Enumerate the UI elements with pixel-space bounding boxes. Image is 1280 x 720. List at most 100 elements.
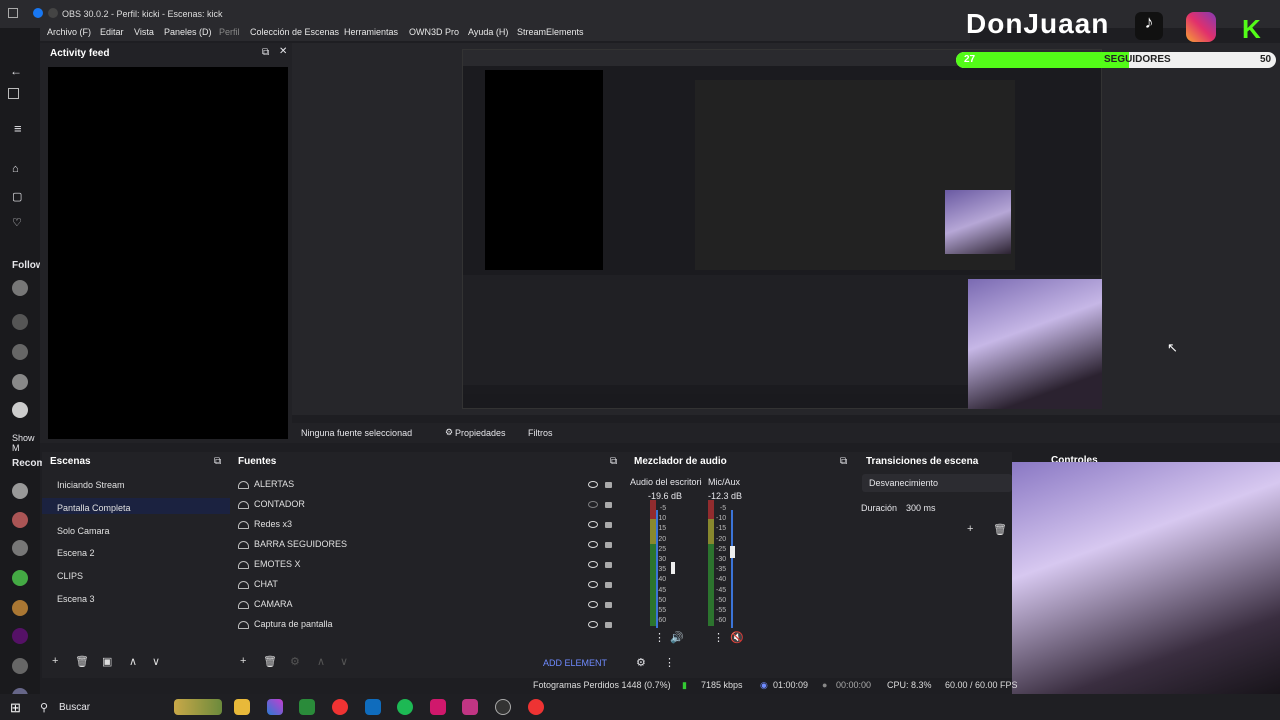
menu-streamelements[interactable]: StreamElements — [517, 27, 584, 37]
avatar[interactable] — [12, 402, 28, 418]
speaker-icon[interactable]: 🔊 — [670, 631, 684, 644]
volume-slider[interactable] — [656, 510, 658, 628]
duration-value[interactable]: 300 ms — [906, 503, 936, 513]
more-icon[interactable]: ⋮ — [654, 631, 665, 644]
home-icon[interactable]: ⌂ — [12, 163, 19, 175]
lock-icon[interactable] — [605, 582, 612, 588]
filters-button[interactable]: Filtros — [528, 428, 553, 438]
avatar[interactable] — [12, 628, 28, 644]
source-item[interactable]: CAMARA — [254, 599, 293, 609]
source-item[interactable]: BARRA SEGUIDORES — [254, 539, 347, 549]
chrome-icon[interactable] — [332, 699, 348, 715]
menu-tools[interactable]: Herramientas — [344, 27, 398, 37]
search-icon[interactable]: ⚲ — [40, 701, 48, 714]
back-icon[interactable]: ← — [10, 64, 22, 78]
scene-item[interactable]: Escena 2 — [57, 548, 95, 558]
source-item[interactable]: CHAT — [254, 579, 278, 589]
eye-icon[interactable] — [588, 581, 598, 588]
windows-start-icon[interactable]: ⊞ — [10, 700, 21, 716]
undock-icon[interactable]: ⧉ — [610, 456, 617, 467]
volume-handle[interactable] — [730, 546, 735, 558]
menu-own3d[interactable]: OWN3D Pro — [409, 27, 459, 37]
undock-icon[interactable]: ⧉ — [214, 456, 221, 467]
lock-icon[interactable] — [605, 562, 612, 568]
file-explorer-icon[interactable] — [234, 699, 250, 715]
source-item[interactable]: Captura de pantalla — [254, 619, 333, 629]
move-up-icon[interactable]: ∧ — [317, 655, 325, 668]
lock-icon[interactable] — [605, 542, 612, 548]
avatar[interactable] — [12, 570, 28, 586]
lock-icon[interactable] — [605, 622, 612, 628]
avatar[interactable] — [12, 280, 28, 296]
remove-scene-icon[interactable]: 🗑 — [75, 655, 89, 668]
source-item[interactable]: Redes x3 — [254, 519, 292, 529]
undock-icon[interactable]: ⧉ — [840, 456, 847, 467]
move-down-icon[interactable]: ∨ — [340, 655, 348, 668]
eye-hidden-icon[interactable] — [588, 501, 598, 508]
more-icon[interactable]: ⋮ — [713, 631, 724, 644]
add-source-button[interactable]: + — [240, 655, 246, 667]
menu-edit[interactable]: Editar — [100, 27, 124, 37]
eye-icon[interactable] — [588, 481, 598, 488]
eye-icon[interactable] — [588, 561, 598, 568]
obs-icon[interactable] — [495, 699, 511, 715]
close-icon[interactable]: ✕ — [279, 46, 287, 57]
transition-select[interactable]: Desvanecimiento — [862, 474, 1012, 492]
move-down-icon[interactable]: ∨ — [152, 655, 160, 668]
lock-icon[interactable] — [605, 482, 612, 488]
instagram-icon[interactable] — [462, 699, 478, 715]
source-item[interactable]: EMOTES X — [254, 559, 301, 569]
lock-icon[interactable] — [605, 502, 612, 508]
avatar[interactable] — [12, 540, 28, 556]
source-item[interactable]: CONTADOR — [254, 499, 305, 509]
scene-item[interactable]: Iniciando Stream — [57, 480, 125, 490]
taskbar-search-input[interactable]: Buscar — [59, 702, 90, 713]
add-element-button[interactable]: ADD ELEMENT — [543, 658, 607, 668]
tiktok-icon[interactable] — [430, 699, 446, 715]
eye-icon[interactable] — [588, 521, 598, 528]
eye-icon[interactable] — [588, 541, 598, 548]
avatar[interactable] — [12, 600, 28, 616]
menu-file[interactable]: Archivo (F) — [47, 27, 91, 37]
scene-filters-icon[interactable]: ▣ — [102, 655, 112, 668]
volume-handle[interactable] — [671, 562, 675, 574]
more-icon[interactable]: ⋮ — [664, 656, 675, 669]
avatar[interactable] — [12, 314, 28, 330]
add-transition-button[interactable]: + — [967, 523, 973, 535]
scene-item[interactable]: Pantalla Completa — [57, 503, 131, 513]
lock-icon[interactable] — [605, 522, 612, 528]
outlook-icon[interactable] — [365, 699, 381, 715]
scene-item[interactable]: CLIPS — [57, 571, 83, 581]
menu-view[interactable]: Vista — [134, 27, 154, 37]
add-scene-button[interactable]: + — [52, 655, 58, 667]
source-item[interactable]: ALERTAS — [254, 479, 294, 489]
remove-transition-icon[interactable]: 🗑 — [993, 523, 1007, 536]
grid-icon[interactable] — [8, 88, 19, 99]
menu-profile[interactable]: Perfil — [219, 27, 240, 37]
menu-help[interactable]: Ayuda (H) — [468, 27, 508, 37]
scene-item[interactable]: Solo Camara — [57, 526, 110, 536]
avatar[interactable] — [12, 658, 28, 674]
widgets-icon[interactable] — [174, 699, 222, 715]
menu-docks[interactable]: Paneles (D) — [164, 27, 212, 37]
lock-icon[interactable] — [605, 602, 612, 608]
show-more-link[interactable]: Show M — [12, 433, 40, 453]
volume-slider[interactable] — [731, 510, 733, 628]
hamburger-icon[interactable]: ≡ — [14, 121, 22, 136]
move-up-icon[interactable]: ∧ — [129, 655, 137, 668]
copilot-icon[interactable] — [267, 699, 283, 715]
avatar[interactable] — [12, 344, 28, 360]
undock-icon[interactable]: ⧉ — [262, 47, 269, 58]
store-icon[interactable] — [299, 699, 315, 715]
remove-source-icon[interactable]: 🗑 — [263, 655, 277, 668]
eye-icon[interactable] — [588, 601, 598, 608]
avatar[interactable] — [12, 483, 28, 499]
avatar[interactable] — [12, 512, 28, 528]
menu-scene-collection[interactable]: Colección de Escenas — [250, 27, 339, 37]
scene-item[interactable]: Escena 3 — [57, 594, 95, 604]
mixer-settings-icon[interactable]: ⚙ — [636, 656, 646, 669]
heart-icon[interactable]: ♡ — [12, 216, 22, 229]
muted-icon[interactable]: 🔇 — [730, 631, 744, 644]
eye-icon[interactable] — [588, 621, 598, 628]
browse-icon[interactable]: ▢ — [12, 190, 22, 203]
